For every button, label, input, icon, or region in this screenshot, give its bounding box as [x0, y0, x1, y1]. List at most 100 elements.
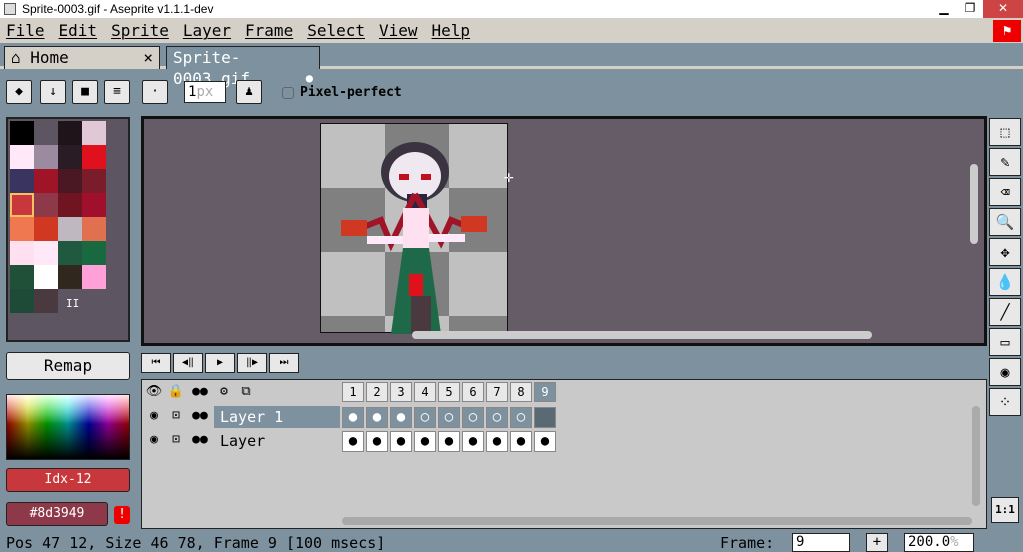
warning-icon[interactable]: !: [114, 506, 130, 524]
timeline-cel[interactable]: ●: [510, 431, 532, 452]
palette-swatch[interactable]: [82, 241, 106, 265]
layer-row[interactable]: ◉ ⊡ ●● Layer 1 ● ● ● ○ ○ ○ ○ ○: [142, 405, 558, 429]
palette-swatch[interactable]: [34, 289, 58, 313]
list-button[interactable]: ≡: [104, 80, 130, 104]
blur-icon[interactable]: ◉: [989, 358, 1021, 386]
color-spectrum[interactable]: [6, 394, 130, 460]
palette-swatch[interactable]: [58, 121, 82, 145]
pencil-icon[interactable]: ✎: [989, 148, 1021, 176]
palette-swatch[interactable]: [82, 193, 106, 217]
visibility-header-icon[interactable]: 👁: [144, 383, 164, 401]
palette-swatch[interactable]: [34, 217, 58, 241]
zoom-icon[interactable]: 🔍: [989, 208, 1021, 236]
canvas-vertical-scrollbar[interactable]: [970, 164, 978, 244]
frame-header-6[interactable]: 6: [462, 382, 484, 402]
timeline-cel[interactable]: ●: [366, 431, 388, 452]
layer-name[interactable]: Layer: [214, 430, 340, 452]
brush-size-input[interactable]: 1px: [184, 81, 226, 103]
fill-icon[interactable]: 💧: [989, 268, 1021, 296]
frame-header-3[interactable]: 3: [390, 382, 412, 402]
timeline-horizontal-scrollbar[interactable]: [342, 517, 972, 525]
tab-close-icon[interactable]: ×: [143, 47, 153, 68]
menu-edit[interactable]: Edit: [59, 21, 98, 40]
palette-swatch[interactable]: [34, 169, 58, 193]
red-flag-icon[interactable]: ⚑: [993, 20, 1021, 42]
continuous-toggle-icon[interactable]: ●●: [190, 407, 210, 425]
rectangle-icon[interactable]: ▭: [989, 328, 1021, 356]
palette-swatch[interactable]: [58, 145, 82, 169]
timeline-cel[interactable]: ●: [342, 431, 364, 452]
gear-icon[interactable]: ⚙: [214, 383, 234, 401]
frame-header-2[interactable]: 2: [366, 382, 388, 402]
palette-swatch[interactable]: [58, 193, 82, 217]
menu-layer[interactable]: Layer: [183, 21, 231, 40]
timeline-cel[interactable]: ○: [462, 407, 484, 428]
palette-swatch[interactable]: [10, 121, 34, 145]
timeline-cel[interactable]: ●: [414, 431, 436, 452]
pixel-perfect-checkbox[interactable]: [282, 87, 294, 99]
palette-swatch[interactable]: [34, 265, 58, 289]
add-frame-button[interactable]: +: [866, 533, 888, 552]
previous-frame-button[interactable]: ◀‖: [173, 353, 203, 373]
palette-swatch[interactable]: [10, 169, 34, 193]
palette-swatch[interactable]: [10, 217, 34, 241]
palette-swatch[interactable]: [34, 145, 58, 169]
timeline-cel[interactable]: ○: [414, 407, 436, 428]
timeline-cel[interactable]: ●: [534, 431, 556, 452]
visibility-toggle-icon[interactable]: ◉: [144, 407, 164, 425]
palette-swatch[interactable]: [82, 265, 106, 289]
marquee-icon[interactable]: ⬚: [989, 118, 1021, 146]
layer-mode-button[interactable]: ■: [72, 80, 98, 104]
menu-sprite[interactable]: Sprite: [111, 21, 169, 40]
palette-swatch[interactable]: [58, 169, 82, 193]
tab-sprite[interactable]: Sprite-0003.gif ●: [166, 46, 320, 88]
menu-view[interactable]: View: [379, 21, 418, 40]
frame-header-8[interactable]: 8: [510, 382, 532, 402]
lock-header-icon[interactable]: 🔒: [166, 383, 186, 401]
move-icon[interactable]: ✥: [989, 238, 1021, 266]
frame-header-9[interactable]: 9: [534, 382, 556, 402]
spray-icon[interactable]: ⁘: [989, 388, 1021, 416]
timeline-cel[interactable]: ●: [390, 407, 412, 428]
timeline-vertical-scrollbar[interactable]: [972, 406, 980, 506]
lock-toggle-icon[interactable]: ⊡: [166, 431, 186, 449]
palette-swatch[interactable]: [82, 169, 106, 193]
menu-file[interactable]: File: [6, 21, 45, 40]
ink-bottle-button[interactable]: ♟: [236, 80, 262, 104]
timeline-cel[interactable]: ●: [462, 431, 484, 452]
next-frame-button[interactable]: ‖▶: [237, 353, 267, 373]
palette-swatch[interactable]: [34, 241, 58, 265]
onion-skin-header-icon[interactable]: ●●: [190, 383, 210, 401]
canvas-horizontal-scrollbar[interactable]: [412, 331, 872, 339]
zoom-input[interactable]: 200.0%: [904, 533, 974, 552]
color-index-button[interactable]: Idx-12: [6, 468, 130, 492]
frame-header-7[interactable]: 7: [486, 382, 508, 402]
ink-down-button[interactable]: ↓: [40, 80, 66, 104]
palette-swatch[interactable]: [82, 121, 106, 145]
lock-toggle-icon[interactable]: ⊡: [166, 407, 186, 425]
frame-header-1[interactable]: 1: [342, 382, 364, 402]
continuous-toggle-icon[interactable]: ●●: [190, 431, 210, 449]
palette-swatch[interactable]: [34, 121, 58, 145]
timeline-cel[interactable]: ○: [510, 407, 532, 428]
close-window-button[interactable]: ✕: [983, 0, 1023, 18]
remap-button[interactable]: Remap: [6, 352, 130, 380]
layer-row[interactable]: ◉ ⊡ ●● Layer ● ● ● ● ● ● ● ● ●: [142, 429, 558, 453]
menu-frame[interactable]: Frame: [245, 21, 293, 40]
timeline-cel[interactable]: [534, 407, 556, 428]
palette-swatch[interactable]: [82, 145, 106, 169]
menu-select[interactable]: Select: [307, 21, 365, 40]
layer-name[interactable]: Layer 1: [214, 406, 340, 428]
palette-swatch[interactable]: [82, 217, 106, 241]
sprite-canvas[interactable]: [320, 123, 508, 334]
timeline-cel[interactable]: ●: [366, 407, 388, 428]
palette-swatch[interactable]: [58, 217, 82, 241]
play-button[interactable]: ▶: [205, 353, 235, 373]
timeline-cel[interactable]: ●: [486, 431, 508, 452]
palette-swatch[interactable]: [34, 193, 58, 217]
menu-help[interactable]: Help: [432, 21, 471, 40]
first-frame-button[interactable]: ⏮: [141, 353, 171, 373]
palette-swatch[interactable]: [10, 145, 34, 169]
timeline-cel[interactable]: ●: [438, 431, 460, 452]
last-frame-button[interactable]: ⏭: [269, 353, 299, 373]
